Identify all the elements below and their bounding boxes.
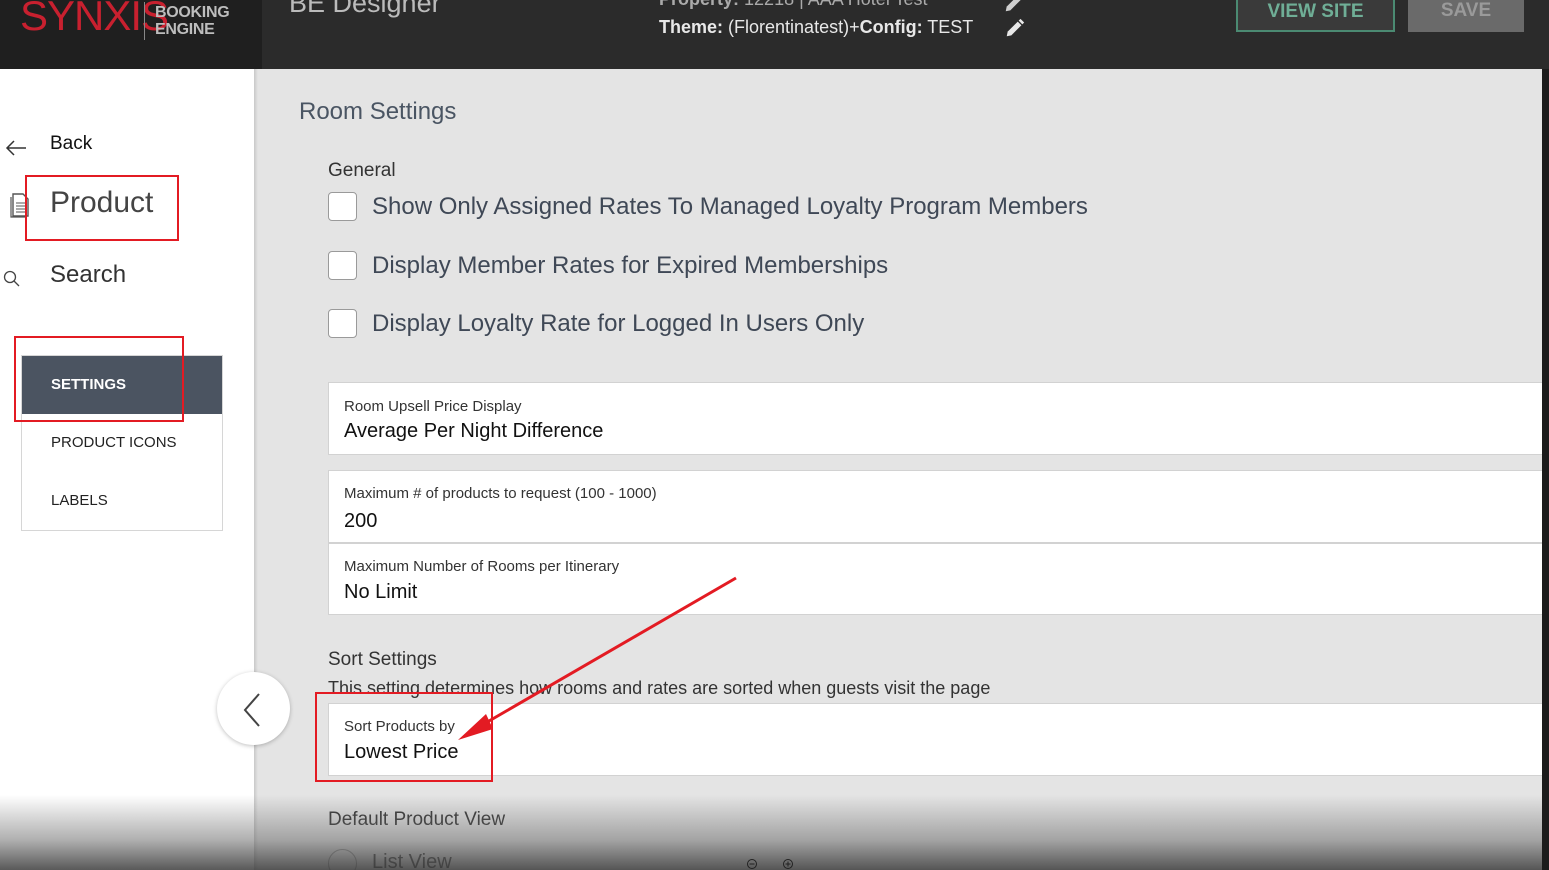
checkbox-label[interactable]: Display Member Rates for Expired Members… [372, 252, 888, 280]
field-label: Maximum # of products to request (100 - … [344, 485, 657, 502]
save-button[interactable]: SAVE [1408, 0, 1524, 32]
search-link[interactable]: Search [50, 261, 126, 289]
sidebar-shadow [254, 69, 258, 870]
annotation-box-settings [14, 336, 184, 422]
zoom-out-icon[interactable] [746, 858, 758, 870]
radio-list-view-label[interactable]: List View [372, 851, 452, 870]
property-label: Property: [659, 0, 739, 9]
subnav-item-labels[interactable]: LABELS [22, 472, 222, 530]
field-value[interactable]: Average Per Night Difference [344, 420, 603, 443]
logo-sub-line2: ENGINE [155, 21, 215, 38]
zoom-in-icon[interactable] [782, 858, 794, 870]
logo-area: SYNXIS BOOKING ENGINE [0, 0, 262, 69]
top-bar: SYNXIS BOOKING ENGINE BE Designer Proper… [0, 0, 1549, 69]
default-product-view-label: Default Product View [328, 809, 506, 830]
page-title: Room Settings [299, 98, 457, 125]
subnav-item-product-icons[interactable]: PRODUCT ICONS [22, 414, 222, 472]
sort-settings-label: Sort Settings [328, 649, 437, 670]
property-value: 12218 | AAA Hotel Test [744, 0, 927, 9]
theme-label: Theme: [659, 17, 724, 37]
checkbox-row-logged-in-users[interactable]: Display Loyalty Rate for Logged In Users… [328, 309, 864, 338]
app-title: BE Designer [289, 0, 441, 18]
config-value: TEST [927, 17, 974, 37]
edit-property-icon[interactable] [1003, 0, 1025, 14]
booking-engine-logo-text: BOOKING ENGINE [155, 4, 230, 38]
back-link[interactable]: Back [50, 133, 92, 155]
checkbox-expired-memberships[interactable] [328, 251, 357, 280]
synxis-logo: SYNXIS [20, 0, 169, 39]
theme-value: (Florentinatest)+ [728, 17, 860, 37]
field-label: Room Upsell Price Display [344, 398, 522, 415]
search-icon[interactable] [3, 270, 21, 288]
sort-products-by-field[interactable]: Sort Products by Lowest Price [328, 703, 1549, 776]
collapse-sidebar-button[interactable] [217, 672, 290, 745]
window-right-edge [1542, 69, 1549, 870]
annotation-box-product [25, 175, 179, 241]
theme-config-info: Theme: (Florentinatest)+Config: TEST [659, 17, 973, 38]
max-rooms-per-itinerary-field[interactable]: Maximum Number of Rooms per Itinerary No… [328, 543, 1549, 615]
room-upsell-price-display-field[interactable]: Room Upsell Price Display Average Per Ni… [328, 382, 1549, 455]
field-value[interactable]: 200 [344, 510, 377, 533]
checkbox-logged-in-users[interactable] [328, 309, 357, 338]
field-label: Maximum Number of Rooms per Itinerary [344, 558, 620, 575]
checkbox-row-expired-memberships[interactable]: Display Member Rates for Expired Members… [328, 251, 888, 280]
edit-theme-icon[interactable] [1004, 17, 1026, 39]
logo-sub-line1: BOOKING [155, 4, 230, 21]
config-label: Config: [859, 17, 923, 37]
back-arrow-icon[interactable] [5, 139, 27, 157]
checkbox-loyalty-members[interactable] [328, 192, 357, 221]
chevron-left-icon [243, 693, 260, 727]
checkbox-label[interactable]: Display Loyalty Rate for Logged In Users… [372, 310, 864, 338]
general-section-label: General [328, 160, 396, 181]
radio-list-view[interactable] [328, 849, 357, 870]
checkbox-label[interactable]: Show Only Assigned Rates To Managed Loya… [372, 193, 1088, 221]
logo-divider [144, 2, 145, 40]
property-info: Property: 12218 | AAA Hotel Test [659, 0, 928, 10]
annotation-box-sort-field [315, 692, 493, 782]
checkbox-row-loyalty-members[interactable]: Show Only Assigned Rates To Managed Loya… [328, 192, 1088, 221]
view-site-button[interactable]: VIEW SITE [1236, 0, 1395, 32]
field-value[interactable]: No Limit [344, 581, 417, 604]
max-products-field[interactable]: Maximum # of products to request (100 - … [328, 470, 1549, 543]
